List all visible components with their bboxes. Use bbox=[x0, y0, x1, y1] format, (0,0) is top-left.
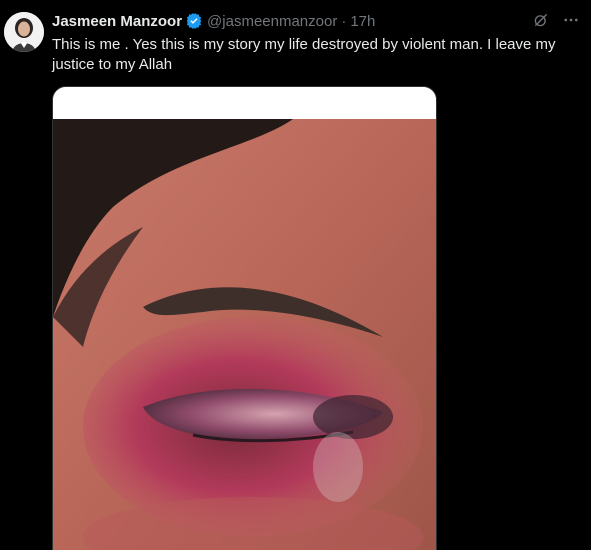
tweet-actions bbox=[531, 10, 581, 30]
tweet-media[interactable] bbox=[52, 86, 437, 550]
tweet-card[interactable]: Jasmeen Manzoor @jasmeenmanzoor · 17h Th bbox=[0, 0, 591, 550]
verified-badge-icon[interactable] bbox=[185, 12, 203, 30]
separator-dot: · bbox=[341, 12, 347, 30]
grok-icon[interactable] bbox=[531, 10, 551, 30]
media-photo bbox=[53, 87, 436, 550]
display-name[interactable]: Jasmeen Manzoor bbox=[52, 13, 182, 30]
more-icon[interactable] bbox=[561, 10, 581, 30]
tweet-text: This is me . Yes this is my story my lif… bbox=[52, 36, 556, 73]
avatar[interactable] bbox=[4, 12, 44, 52]
user-handle[interactable]: @jasmeenmanzoor bbox=[207, 13, 337, 30]
tweet-header: Jasmeen Manzoor @jasmeenmanzoor · 17h bbox=[52, 11, 375, 31]
avatar-image bbox=[4, 12, 44, 52]
timestamp[interactable]: 17h bbox=[350, 13, 375, 30]
